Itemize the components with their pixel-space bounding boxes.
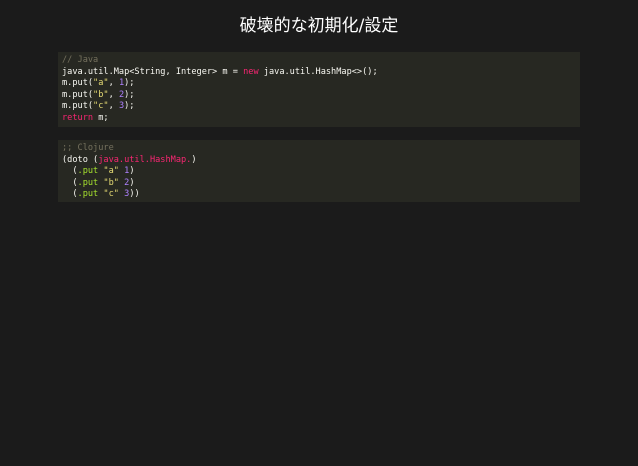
code-token-string: "c" [93,101,109,111]
code-token-comment: ;; Clojure [62,143,114,153]
code-token-plain: ( [62,177,78,188]
code-token-plain: ); [124,101,135,111]
code-line: m.put("c", 3); [62,101,576,113]
clojure-code-block: ;; Clojure (doto (java.util.HashMap.) (.p… [58,140,580,202]
code-token-plain: ); [124,78,135,88]
code-token-plain: java.util.Map<String, Integer> m = [62,66,244,77]
code-token-string: "b" [93,89,109,100]
slide-title: 破壊的な初期化/設定 [239,16,399,36]
code-line: m.put("b", 2); [62,90,576,102]
code-line: (.put "b" 2) [62,178,576,190]
code-token-comment: // Java [62,55,99,65]
code-token-string: "a" [103,166,119,176]
code-token-plain: ) [191,154,197,165]
code-line: m.put("a", 1); [62,78,576,90]
code-line: (.put "a" 1) [62,166,576,178]
code-token-plain: m.put( [62,101,94,111]
code-token-plain: m.put( [62,78,94,88]
code-line: java.util.Map<String, Integer> m = new j… [62,67,576,79]
code-token-plain: m.put( [62,89,94,100]
code-token-fn: .put [77,189,99,199]
code-line: ;; Clojure [62,143,576,155]
code-token-plain: )) [129,189,140,199]
code-token-plain: , [108,89,119,100]
code-token-keyword: return [62,112,94,123]
code-token-plain: ( [62,166,78,176]
code-token-plain: , [108,101,119,111]
code-token-type: java.util.HashMap. [98,154,192,165]
code-token-plain: java.util.HashMap<>(); [258,66,378,77]
code-line: // Java [62,55,576,67]
code-token-string: "a" [93,78,109,88]
code-line: return m; [62,113,576,125]
code-token-keyword: new [243,66,259,77]
code-token-fn: .put [77,166,99,176]
code-token-plain: ); [124,89,135,100]
code-token-string: "b" [103,177,119,188]
code-token-plain: ) [129,166,135,176]
code-token-plain: ( [62,189,78,199]
code-token-plain: m; [93,112,109,123]
code-token-fn: .put [77,177,99,188]
code-token-plain: , [108,78,119,88]
code-line: (.put "c" 3)) [62,189,576,201]
code-token-plain: (doto ( [62,154,99,165]
code-token-string: "c" [103,189,119,199]
code-token-plain: ) [129,177,135,188]
code-line: (doto (java.util.HashMap.) [62,155,576,167]
java-code-block: // Java java.util.Map<String, Integer> m … [58,52,580,127]
